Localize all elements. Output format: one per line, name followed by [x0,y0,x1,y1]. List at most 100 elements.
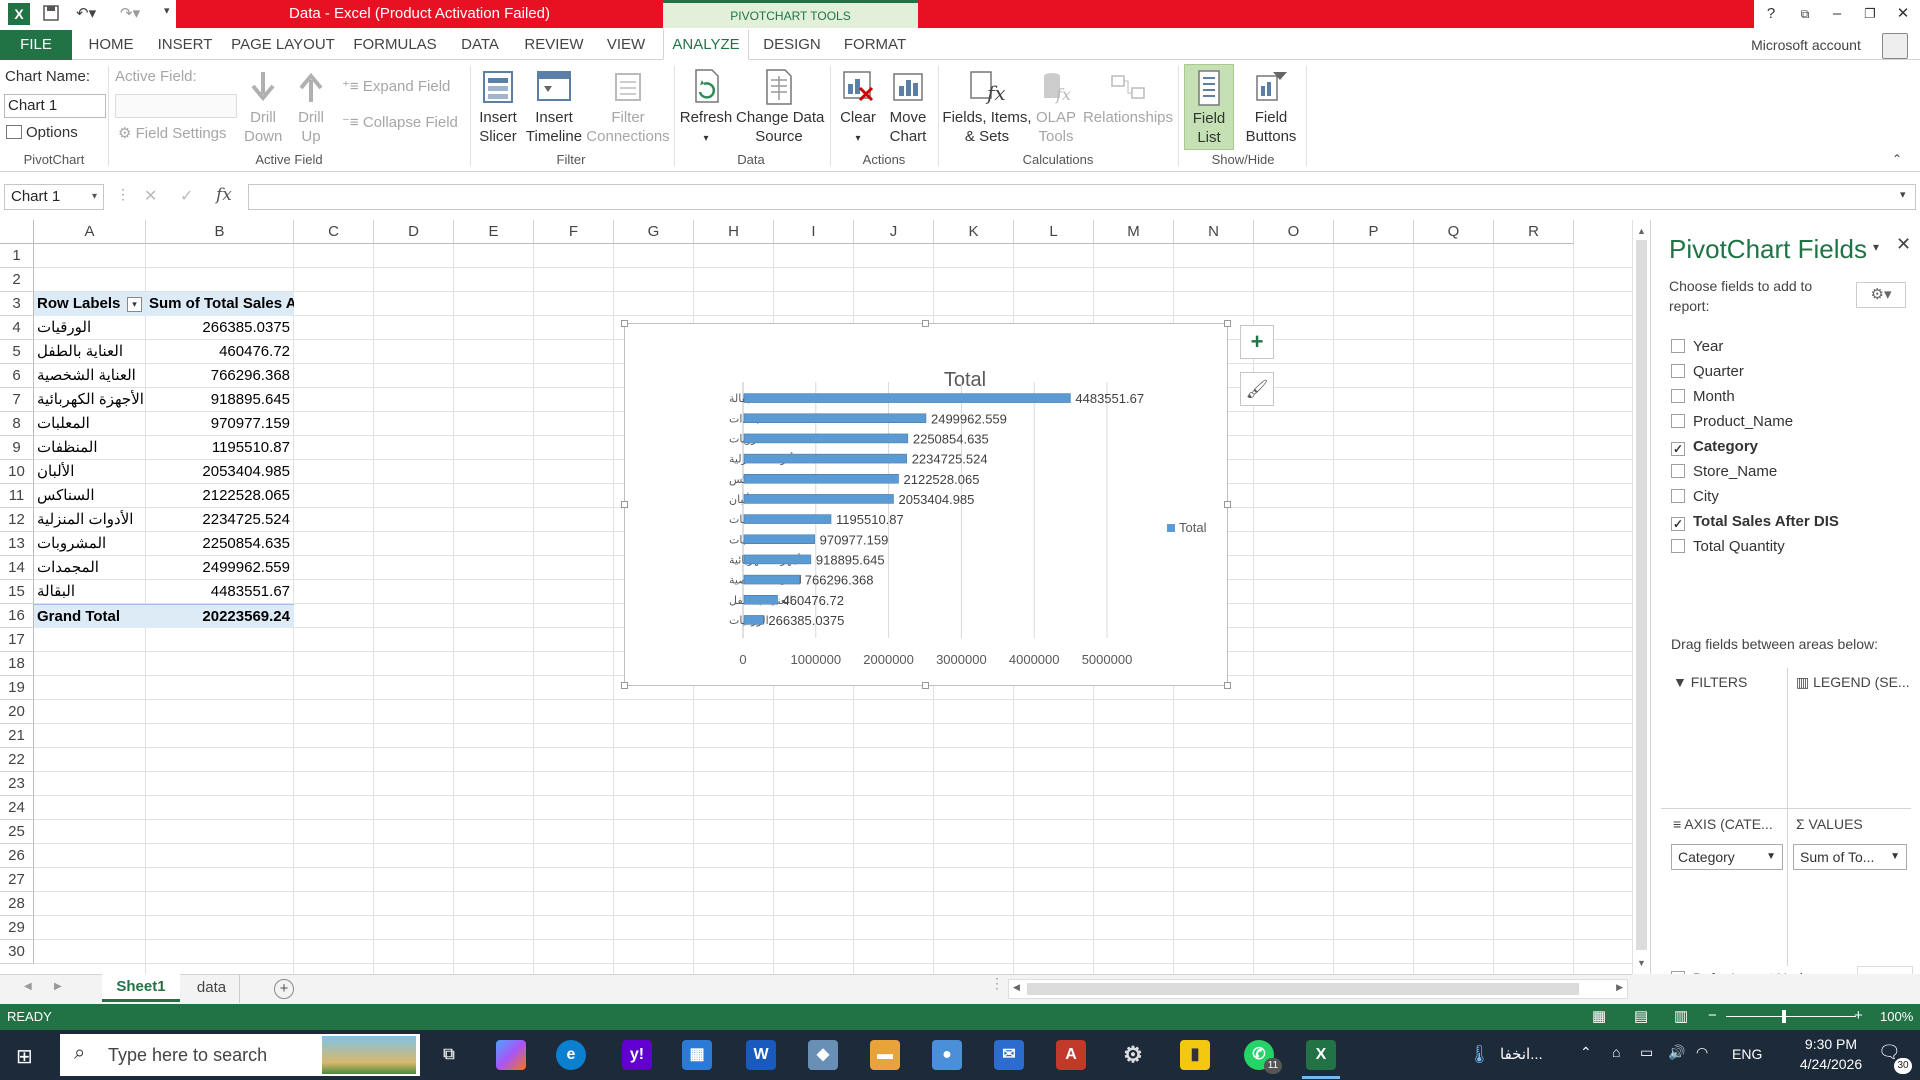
tab-view[interactable]: VIEW [600,30,652,60]
row-header[interactable]: 10 [0,460,34,484]
prev-sheet-icon[interactable]: ◀ [24,981,32,992]
pivot-grand-total-label[interactable]: Grand Total [34,604,146,628]
column-header[interactable]: J [854,220,934,244]
chrome-icon[interactable]: ● [932,1040,962,1070]
pivot-row-value[interactable]: 918895.645 [146,388,294,412]
scroll-thumb[interactable] [1636,240,1647,950]
row-header[interactable]: 18 [0,652,34,676]
pivot-row-value[interactable]: 2053404.985 [146,460,294,484]
chart-resize-handle[interactable] [621,501,628,508]
store-icon[interactable]: ▦ [682,1040,712,1070]
values-field-sum[interactable]: Sum of To... ▼ [1793,844,1907,870]
network-icon[interactable]: ⌂ [1612,1044,1620,1060]
row-header[interactable]: 12 [0,508,34,532]
pivot-row-label[interactable]: الألبان [34,460,146,484]
pivot-row-label[interactable]: الورقيات [34,316,146,340]
enter-icon[interactable]: ✓ [180,186,193,206]
redo-icon[interactable]: ↷▾ [120,4,140,24]
checkbox-icon[interactable] [1671,464,1685,478]
scroll-left-icon[interactable]: ◀ [1013,982,1020,993]
checkbox-icon[interactable] [1671,414,1685,428]
tab-formulas[interactable]: FORMULAS [350,30,440,60]
tab-file[interactable]: FILE [0,30,72,60]
select-all-corner[interactable] [0,220,34,244]
options-button[interactable]: Options [6,124,78,141]
column-header[interactable]: Q [1414,220,1494,244]
chart-bar[interactable] [743,514,832,524]
avatar[interactable] [1882,33,1908,59]
pivot-row-label[interactable]: العناية بالطفل [34,340,146,364]
chart-bar[interactable] [743,453,907,464]
volume-icon[interactable]: 🔊 [1668,1044,1685,1061]
mail-icon[interactable]: ✉ [994,1040,1024,1070]
fields-items-sets-button[interactable]: fx Fields, Items, & Sets [942,68,1032,146]
row-header[interactable]: 21 [0,724,34,748]
ribbon-display-options-icon[interactable]: ⧉ [1790,2,1820,26]
chart-bar[interactable] [743,393,1071,403]
save-icon[interactable] [42,4,60,24]
field-checkbox-row[interactable]: Product_Name [1671,411,1793,433]
pivot-chart[interactable]: Total 0 1000000 2000000 3000000 4000000 500000… [624,323,1228,686]
chart-bar[interactable] [743,595,778,605]
expand-formula-bar-icon[interactable]: ▾ [1900,188,1906,201]
column-header[interactable]: G [614,220,694,244]
column-header[interactable]: N [1174,220,1254,244]
row-header[interactable]: 19 [0,676,34,700]
battery-icon[interactable]: ▭ [1640,1044,1653,1061]
row-header[interactable]: 29 [0,916,34,940]
row-header[interactable]: 17 [0,628,34,652]
column-header[interactable]: M [1094,220,1174,244]
row-header[interactable]: 20 [0,700,34,724]
row-header[interactable]: 27 [0,868,34,892]
relationships-button[interactable]: Relationships [1080,68,1176,127]
field-checkbox-row[interactable]: Month [1671,386,1735,408]
scroll-down-icon[interactable]: ▼ [1637,958,1646,968]
checkbox-icon[interactable] [1671,539,1685,553]
move-chart-button[interactable]: Move Chart [884,68,932,146]
vertical-scrollbar[interactable]: ▲ ▼ [1632,220,1650,976]
restore-button[interactable]: ❐ [1855,2,1885,26]
file-explorer-icon[interactable]: ▬ [870,1040,900,1070]
chart-resize-handle[interactable] [621,682,628,689]
chart-resize-handle[interactable] [1224,501,1231,508]
row-header[interactable]: 22 [0,748,34,772]
edge-icon[interactable]: e [556,1040,586,1070]
name-box[interactable]: Chart 1 ▾ [4,184,104,210]
sheet-tab-data[interactable]: data [184,975,240,1003]
column-header[interactable]: E [454,220,534,244]
windows-start-icon[interactable]: ⊞ [16,1044,33,1069]
help-button[interactable]: ? [1756,2,1786,26]
pivot-row-value[interactable]: 970977.159 [146,412,294,436]
row-header[interactable]: 14 [0,556,34,580]
app-icon[interactable]: ◆ [808,1040,838,1070]
clock-time[interactable]: 9:30 PM [1786,1036,1876,1052]
chart-resize-handle[interactable] [1224,320,1231,327]
pivot-row-value[interactable]: 2122528.065 [146,484,294,508]
field-checkbox-row[interactable]: ✓ Category [1671,436,1758,458]
zoom-out-icon[interactable]: − [1708,1007,1717,1024]
change-data-source-button[interactable]: Change Data Source [736,68,824,146]
row-header[interactable]: 13 [0,532,34,556]
word-icon[interactable]: W [746,1040,776,1070]
pivot-row-value[interactable]: 266385.0375 [146,316,294,340]
field-checkbox-row[interactable]: Store_Name [1671,461,1777,483]
insert-timeline-button[interactable]: Insert Timeline [524,68,584,146]
row-header[interactable]: 1 [0,244,34,268]
tab-page-layout[interactable]: PAGE LAYOUT [230,30,336,60]
active-field-input[interactable] [115,94,237,118]
row-header[interactable]: 6 [0,364,34,388]
row-header[interactable]: 25 [0,820,34,844]
pivot-row-label[interactable]: الأجهزة الكهربائية [34,388,146,412]
chart-resize-handle[interactable] [922,682,929,689]
row-header[interactable]: 28 [0,892,34,916]
field-checkbox-row[interactable]: Total Quantity [1671,536,1785,558]
yahoo-icon[interactable]: y! [622,1040,652,1070]
close-button[interactable]: ✕ [1888,2,1918,26]
drill-up-button[interactable]: Drill Up [292,68,330,146]
axis-field-category[interactable]: Category ▼ [1671,844,1783,870]
pivot-row-value[interactable]: 1195510.87 [146,436,294,460]
collapse-field-button[interactable]: ⁻≡ Collapse Field [342,113,458,131]
olap-tools-button[interactable]: fx OLAP Tools [1034,68,1078,146]
row-header[interactable]: 4 [0,316,34,340]
tab-data[interactable]: DATA [454,30,506,60]
